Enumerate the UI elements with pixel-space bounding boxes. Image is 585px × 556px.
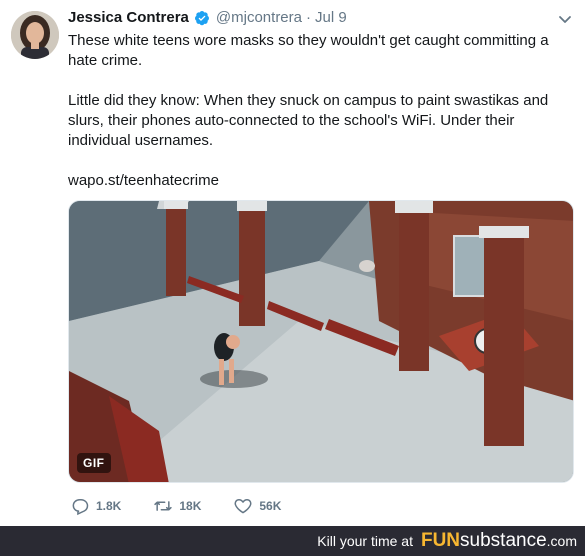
like-button[interactable]: 56K — [233, 496, 281, 516]
brand-fun: FUN — [420, 530, 461, 551]
tweet-header: Jessica Contrera @mjcontrera · Jul 9 — [68, 8, 347, 28]
tweet-paragraph-2: Little did they know: When they snuck on… — [68, 92, 549, 149]
tweet-media-gif[interactable]: GIF — [68, 200, 574, 483]
verified-badge-icon — [194, 10, 210, 26]
footer-tagline: Kill your time at — [317, 533, 413, 549]
security-camera-scene — [69, 201, 573, 482]
brand-tld: .com — [546, 533, 577, 549]
retweet-button[interactable]: 18K — [153, 496, 201, 516]
author-name[interactable]: Jessica Contrera — [68, 8, 189, 28]
gif-badge: GIF — [77, 453, 111, 473]
watermark-footer: Kill your time at FUNsubstance.com — [0, 526, 585, 556]
header-separator: · — [306, 9, 311, 26]
tweet-paragraph-1: These white teens wore masks so they wou… — [68, 32, 549, 69]
tweet-link[interactable]: wapo.st/teenhatecrime — [68, 171, 573, 191]
brand-substance: substance — [460, 530, 547, 551]
avatar[interactable] — [11, 11, 59, 59]
retweet-icon — [154, 501, 173, 511]
author-handle[interactable]: @mjcontrera — [216, 8, 302, 28]
heart-icon — [234, 499, 252, 514]
chevron-down-icon[interactable] — [557, 11, 573, 27]
reply-button[interactable]: 1.8K — [70, 496, 121, 516]
tweet-date[interactable]: Jul 9 — [315, 8, 347, 28]
site-brand[interactable]: FUNsubstance.com — [421, 530, 577, 552]
retweet-count: 18K — [179, 499, 202, 513]
tweet-actions: 1.8K 18K 56K — [70, 495, 313, 517]
tweet-card[interactable]: Jessica Contrera @mjcontrera · Jul 9 The… — [0, 0, 585, 526]
footer-content: Kill your time at FUNsubstance.com — [317, 530, 577, 552]
tweet-text: These white teens wore masks so they wou… — [68, 31, 573, 191]
like-count: 56K — [259, 499, 282, 513]
reply-icon — [72, 499, 89, 516]
reply-count: 1.8K — [96, 499, 122, 513]
